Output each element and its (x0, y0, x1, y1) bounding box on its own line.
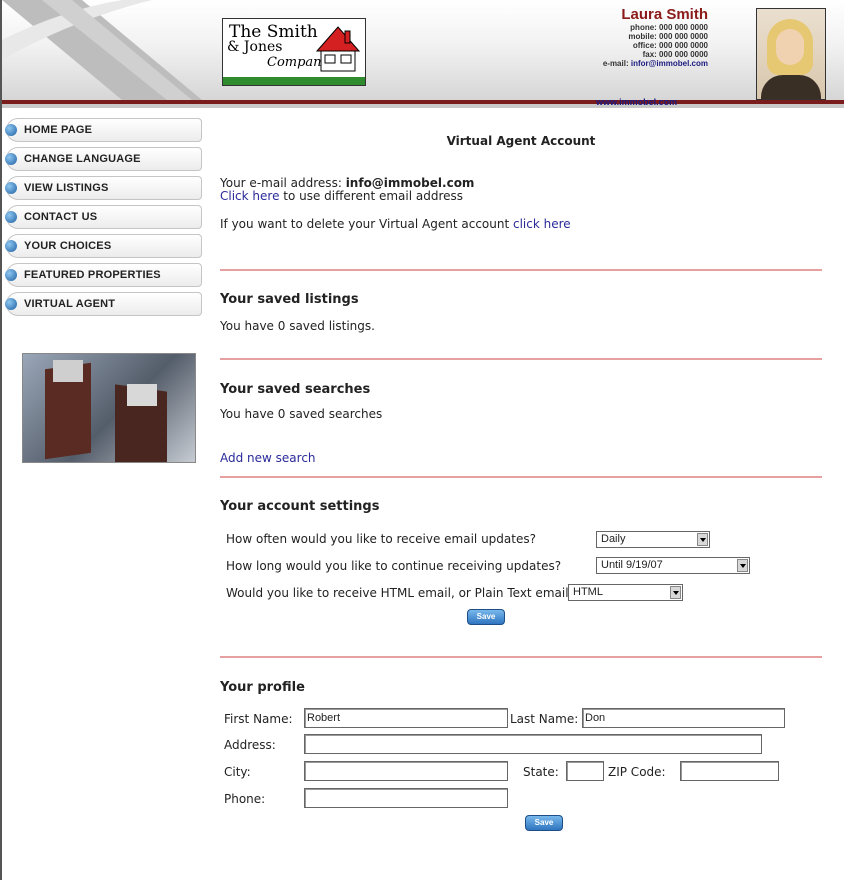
phone-label: Phone: (224, 792, 266, 806)
add-search-link[interactable]: Add new search (220, 451, 316, 465)
save-profile-button[interactable]: Save (525, 815, 563, 831)
save-settings-button[interactable]: Save (467, 609, 505, 625)
section-divider (220, 269, 822, 271)
bullet-icon (5, 211, 17, 223)
swoosh-graphic (2, 0, 202, 100)
address-field[interactable] (304, 734, 762, 754)
frequency-select[interactable]: Daily (596, 531, 710, 548)
nav-label: VIEW LISTINGS (24, 182, 109, 194)
agent-email-label: e-mail: (602, 59, 629, 68)
sidebar-nav: HOME PAGE CHANGE LANGUAGE VIEW LISTINGS … (2, 116, 204, 319)
house-icon (315, 26, 361, 72)
header-subdivider (2, 104, 844, 108)
agent-phone: phone: 000 000 0000 (630, 23, 708, 32)
last-name-field[interactable]: Don (582, 708, 785, 728)
nav-label: YOUR CHOICES (24, 240, 112, 252)
nav-label: VIRTUAL AGENT (24, 298, 116, 310)
agent-email-row: e-mail: infor@immobel.com (603, 59, 708, 68)
setting-frequency-label: How often would you like to receive emai… (226, 532, 536, 546)
city-label: City: (224, 765, 251, 779)
saved-listings-text: You have 0 saved listings. (220, 319, 375, 333)
saved-searches-text: You have 0 saved searches (220, 407, 383, 421)
change-email-line: Click here to use different email addres… (220, 189, 463, 203)
bullet-icon (5, 298, 17, 310)
duration-select[interactable]: Until 9/19/07 (596, 557, 750, 574)
logo-text-2: & Jones (227, 39, 283, 55)
city-field[interactable] (304, 761, 508, 781)
company-logo[interactable]: The Smith & Jones Company (222, 18, 366, 86)
bullet-icon (5, 182, 17, 194)
city-photo (22, 353, 196, 463)
agent-contact: Laura Smith phone: 000 000 0000 mobile: … (603, 6, 708, 68)
setting-format-label: Would you like to receive HTML email, or… (226, 586, 575, 600)
change-email-link[interactable]: Click here (220, 189, 279, 203)
account-settings-title: Your account settings (220, 499, 380, 514)
chevron-down-icon (697, 533, 708, 546)
agent-name: Laura Smith (621, 6, 708, 23)
zip-field[interactable] (680, 761, 779, 781)
state-field[interactable] (566, 761, 604, 781)
email-line: Your e-mail address: info@immobel.com (220, 176, 474, 190)
bullet-icon (5, 240, 17, 252)
nav-item-your-choices[interactable]: YOUR CHOICES (2, 232, 204, 260)
email-prefix: Your e-mail address: (220, 176, 342, 190)
saved-searches-title: Your saved searches (220, 382, 371, 397)
website-link[interactable]: www.immobel.com (596, 97, 677, 107)
first-name-field[interactable]: Robert (304, 708, 508, 728)
nav-item-featured-properties[interactable]: FEATURED PROPERTIES (2, 261, 204, 289)
frequency-value: Daily (601, 533, 626, 545)
nav-item-home-page[interactable]: HOME PAGE (2, 116, 204, 144)
agent-office: office: 000 000 0000 (632, 41, 708, 50)
nav-item-view-listings[interactable]: VIEW LISTINGS (2, 174, 204, 202)
bullet-icon (5, 153, 17, 165)
nav-label: FEATURED PROPERTIES (24, 269, 161, 281)
zip-label: ZIP Code: (608, 765, 666, 779)
state-label: State: (523, 765, 559, 779)
nav-item-change-language[interactable]: CHANGE LANGUAGE (2, 145, 204, 173)
nav-label: HOME PAGE (24, 124, 93, 136)
email-value: info@immobel.com (345, 176, 475, 190)
last-name-label: Last Name: (510, 712, 579, 726)
phone-field[interactable] (304, 788, 508, 808)
agent-email-link[interactable]: infor@immobel.com (631, 59, 708, 68)
section-divider (220, 656, 822, 658)
nav-label: CONTACT US (24, 211, 98, 223)
section-divider (220, 358, 822, 360)
section-divider (220, 476, 822, 478)
chevron-down-icon (670, 586, 681, 599)
delete-account-link[interactable]: click here (513, 217, 571, 231)
agent-fax: fax: 000 000 0000 (642, 50, 708, 59)
duration-value: Until 9/19/07 (601, 559, 663, 571)
profile-title: Your profile (220, 680, 305, 695)
delete-account-text: If you want to delete your Virtual Agent… (220, 217, 513, 231)
chevron-down-icon (737, 559, 748, 572)
agent-photo (756, 8, 826, 100)
nav-item-virtual-agent[interactable]: VIRTUAL AGENT (2, 290, 204, 318)
delete-account-line: If you want to delete your Virtual Agent… (220, 217, 571, 231)
logo-grass (223, 77, 365, 85)
page-title: Virtual Agent Account (446, 134, 596, 148)
format-select[interactable]: HTML (568, 584, 683, 601)
first-name-label: First Name: (224, 712, 293, 726)
change-email-text: to use different email address (279, 189, 464, 203)
format-value: HTML (573, 586, 603, 598)
bullet-icon (5, 269, 17, 281)
address-label: Address: (224, 738, 276, 752)
agent-mobile: mobile: 000 000 0000 (628, 32, 708, 41)
saved-listings-title: Your saved listings (220, 292, 359, 307)
nav-item-contact-us[interactable]: CONTACT US (2, 203, 204, 231)
setting-duration-label: How long would you like to continue rece… (226, 559, 562, 573)
bullet-icon (5, 124, 17, 136)
nav-label: CHANGE LANGUAGE (24, 153, 141, 165)
